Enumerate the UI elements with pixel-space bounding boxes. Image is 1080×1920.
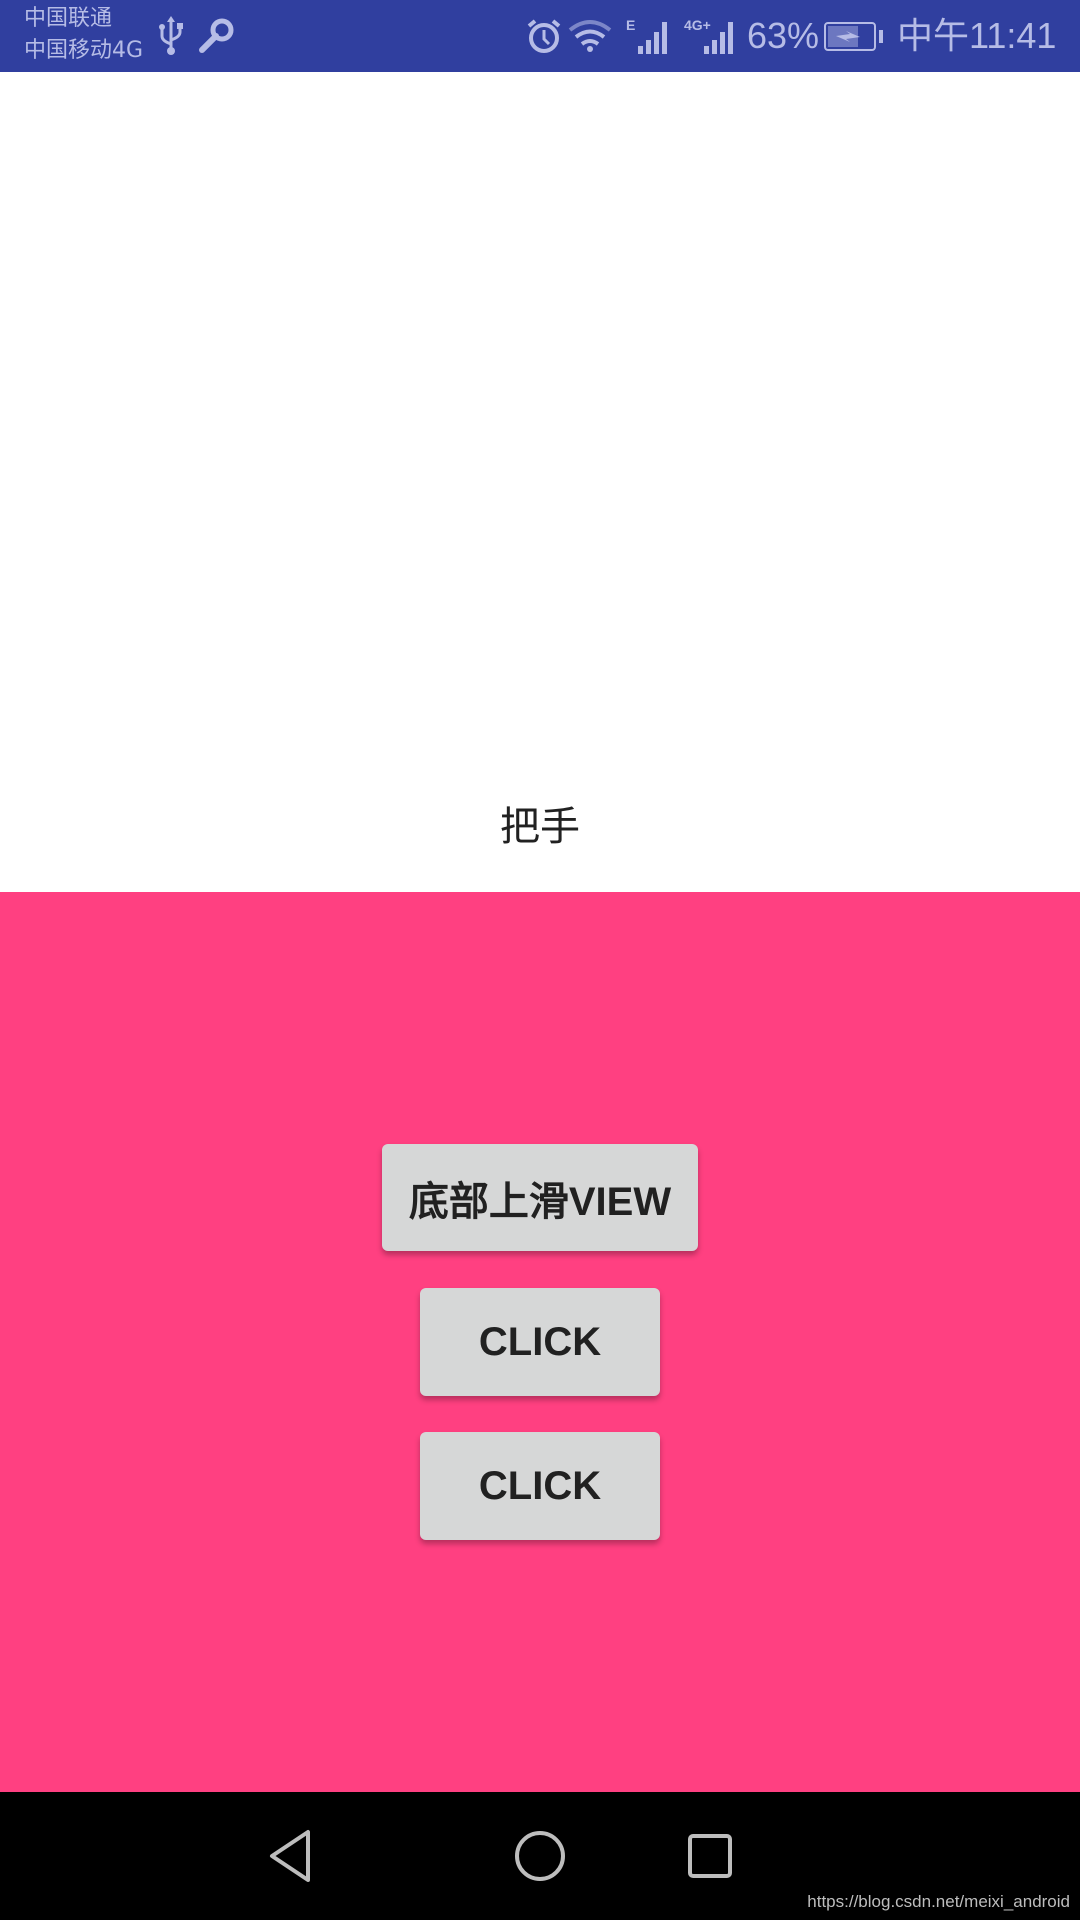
battery-percent: 63% (747, 15, 820, 56)
carrier-2: 中国移动4G (24, 38, 144, 63)
alarm-icon (526, 18, 562, 58)
battery-charging-icon (824, 22, 886, 56)
bottom-slide-panel: 底部上滑VIEW CLICK CLICK (0, 892, 1080, 1792)
carrier-1: 中国联通 (24, 6, 113, 31)
back-button[interactable] (252, 1822, 332, 1890)
svg-text:E: E (626, 17, 635, 33)
signal-4g-plus-icon: 4G+ (684, 16, 744, 60)
svg-text:4G+: 4G+ (684, 17, 711, 33)
watermark-text: https://blog.csdn.net/meixi_android (807, 1892, 1070, 1911)
click-button-2[interactable]: CLICK (420, 1432, 660, 1540)
signal-e-icon: E (626, 16, 674, 60)
wifi-icon (568, 18, 612, 58)
key-icon (198, 18, 234, 58)
recents-button[interactable] (670, 1822, 750, 1890)
clock: 中午11:41 (897, 15, 1057, 56)
usb-icon (158, 16, 184, 60)
status-bar: 中国联通 中国移动4G E 4G+ 63% 中午11:41 (0, 0, 1080, 72)
content-area: 把手 (0, 72, 1080, 892)
drag-handle[interactable]: 把手 (0, 794, 1080, 852)
bottom-slide-view-button[interactable]: 底部上滑VIEW (382, 1144, 698, 1251)
navigation-bar: https://blog.csdn.net/meixi_android (0, 1792, 1080, 1920)
home-button[interactable] (500, 1822, 580, 1890)
home-icon (515, 1831, 565, 1881)
click-button-1[interactable]: CLICK (420, 1288, 660, 1396)
back-icon (270, 1830, 310, 1882)
recents-icon (688, 1834, 732, 1878)
